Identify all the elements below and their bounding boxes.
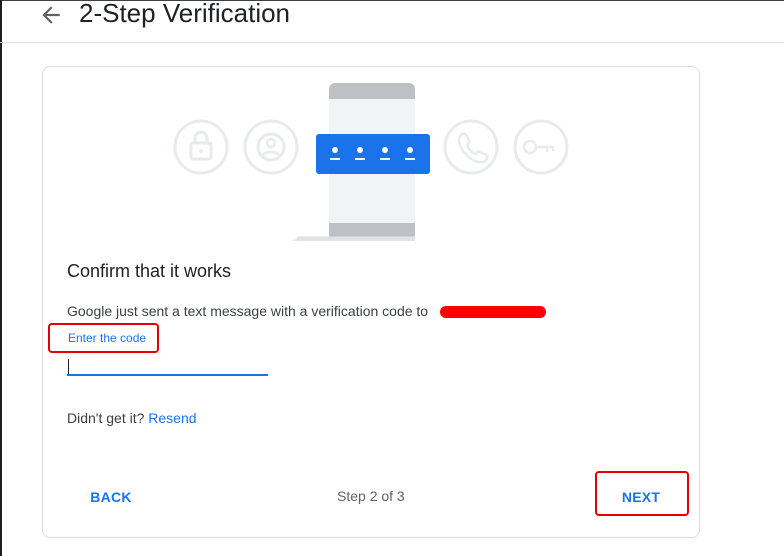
- lock-icon: [173, 119, 229, 175]
- verification-illustration: [173, 83, 569, 241]
- back-button[interactable]: BACK: [77, 481, 145, 511]
- verification-card: Confirm that it works Google just sent a…: [42, 66, 700, 538]
- page-header: 2-Step Verification: [0, 0, 784, 43]
- verification-code-input[interactable]: [67, 354, 268, 376]
- key-icon: [513, 119, 569, 175]
- next-button[interactable]: NEXT: [597, 472, 685, 512]
- verification-message: Google just sent a text message with a v…: [67, 303, 429, 319]
- account-icon: [243, 119, 299, 175]
- phone-call-icon: [443, 119, 499, 175]
- phone-code-icon: [316, 134, 430, 174]
- redacted-phone-number: [440, 306, 546, 318]
- window-left-edge: [0, 0, 2, 556]
- resend-prompt: Didn't get it?: [67, 410, 145, 426]
- resend-link[interactable]: Resend: [148, 410, 196, 426]
- confirm-heading: Confirm that it works: [67, 261, 232, 281]
- resend-row: Didn't get it? Resend: [67, 410, 197, 426]
- label-highlight-box: [48, 323, 159, 353]
- page-title: 2-Step Verification: [79, 0, 291, 28]
- step-indicator: Step 2 of 3: [337, 488, 405, 504]
- back-arrow-icon[interactable]: [38, 2, 64, 28]
- text-caret: [68, 359, 69, 374]
